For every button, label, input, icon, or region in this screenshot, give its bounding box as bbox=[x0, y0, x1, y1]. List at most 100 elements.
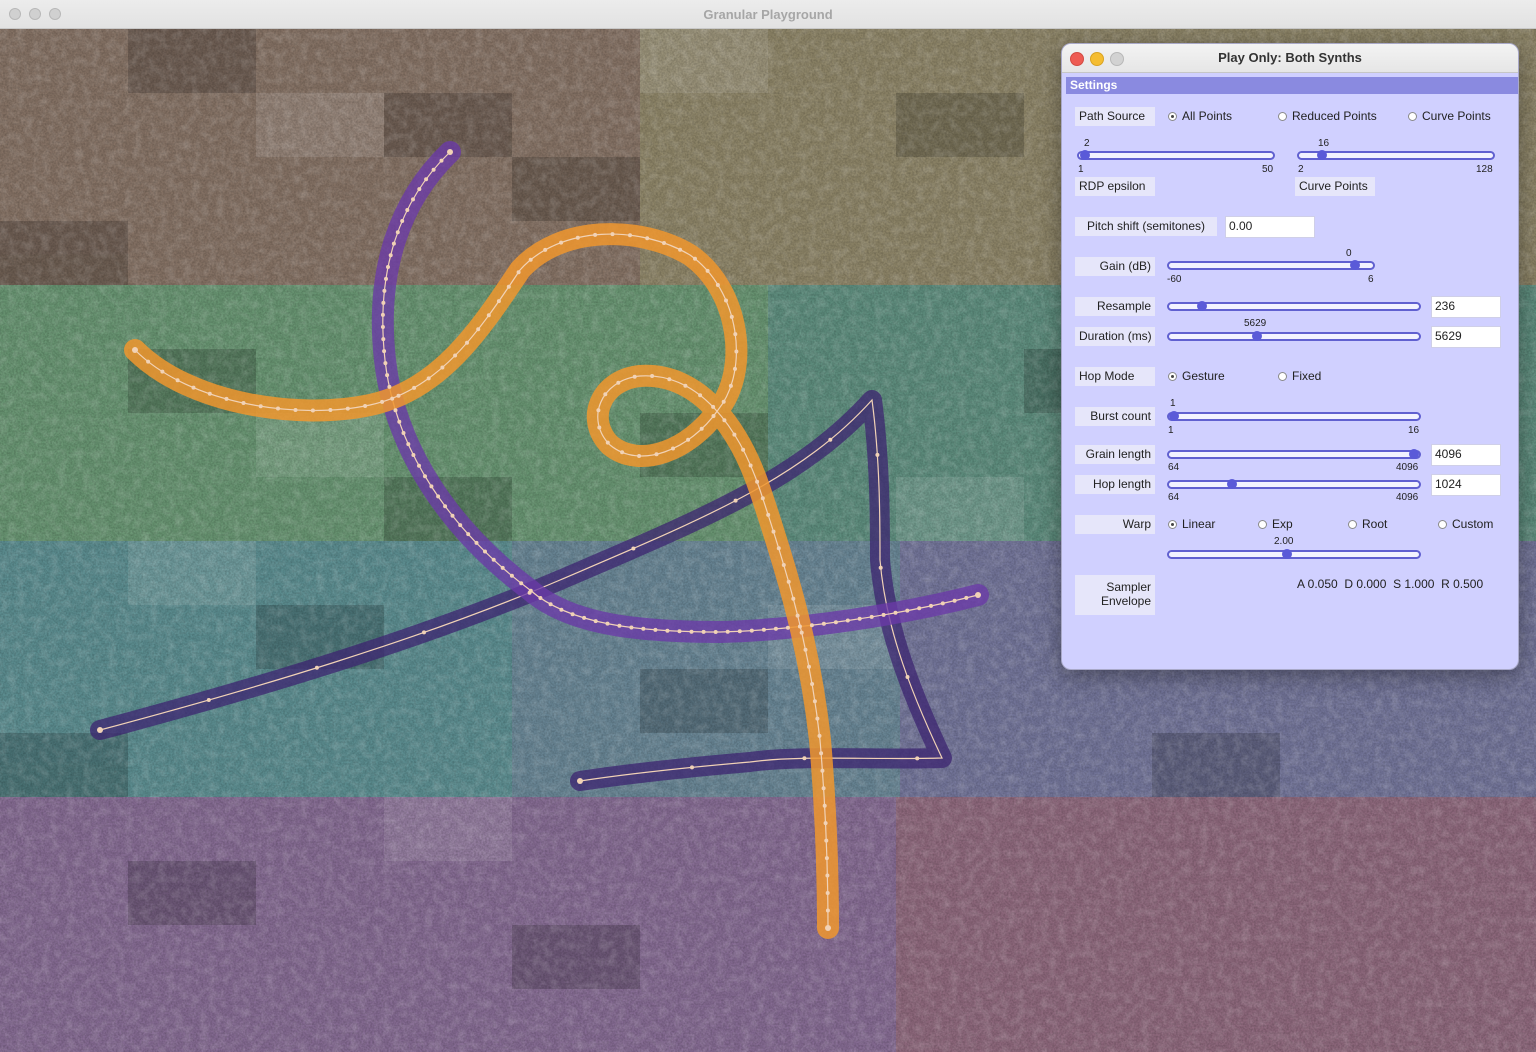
path-point bbox=[781, 563, 786, 567]
rdp-epsilon-slider[interactable] bbox=[1077, 150, 1275, 160]
radio-exp-label[interactable]: Exp bbox=[1272, 517, 1293, 531]
path-point bbox=[528, 257, 533, 262]
path-point bbox=[802, 756, 807, 761]
path-point bbox=[733, 366, 737, 371]
radio-fixed-label[interactable]: Fixed bbox=[1292, 369, 1321, 383]
radio-reduced-points[interactable] bbox=[1278, 112, 1287, 121]
path-point bbox=[458, 523, 463, 528]
radio-custom-label[interactable]: Custom bbox=[1452, 517, 1493, 531]
radio-all-points[interactable] bbox=[1168, 112, 1177, 121]
path-point bbox=[667, 377, 672, 382]
path-point bbox=[722, 418, 727, 423]
resample-knob[interactable] bbox=[1196, 301, 1207, 311]
path-point bbox=[559, 607, 564, 612]
panel-titlebar[interactable]: Play Only: Both Synths bbox=[1062, 44, 1518, 73]
curve-points-label: Curve Points bbox=[1295, 177, 1375, 196]
burst-count-slider[interactable] bbox=[1167, 411, 1421, 421]
radio-root-label[interactable]: Root bbox=[1362, 517, 1387, 531]
path-point bbox=[678, 247, 683, 252]
path-point bbox=[803, 647, 808, 652]
path-point bbox=[732, 432, 737, 437]
path-point bbox=[733, 498, 738, 503]
grain-length-slider[interactable] bbox=[1167, 449, 1421, 459]
path-point bbox=[755, 479, 760, 484]
path-point bbox=[363, 404, 368, 408]
curve-points-value: 16 bbox=[1318, 138, 1330, 149]
path-point bbox=[387, 384, 392, 389]
grain-length-knob[interactable] bbox=[1409, 449, 1419, 459]
warp-slider[interactable] bbox=[1167, 549, 1421, 559]
path-point bbox=[417, 463, 421, 468]
rdp-epsilon-label: RDP epsilon bbox=[1075, 177, 1155, 196]
hop-length-knob[interactable] bbox=[1226, 479, 1237, 489]
path-point bbox=[160, 369, 165, 374]
radio-fixed[interactable] bbox=[1278, 372, 1287, 381]
path-point bbox=[820, 768, 825, 773]
radio-linear-label[interactable]: Linear bbox=[1182, 517, 1215, 531]
radio-exp[interactable] bbox=[1258, 520, 1267, 529]
path-point bbox=[760, 496, 765, 501]
radio-gesture[interactable] bbox=[1168, 372, 1177, 381]
path-point bbox=[506, 284, 511, 289]
warp-knob[interactable] bbox=[1281, 549, 1292, 559]
window-title: Granular Playground bbox=[703, 7, 833, 22]
pitch-shift-input[interactable]: 0.00 bbox=[1225, 216, 1315, 238]
hop-length-slider[interactable] bbox=[1167, 479, 1421, 489]
rdp-epsilon-knob[interactable] bbox=[1079, 150, 1090, 160]
curve-points-slider[interactable] bbox=[1297, 150, 1495, 160]
gain-slider[interactable] bbox=[1167, 260, 1375, 270]
gain-knob[interactable] bbox=[1349, 260, 1360, 270]
path-point bbox=[952, 598, 957, 603]
burst-count-knob[interactable] bbox=[1169, 411, 1179, 421]
path-point bbox=[491, 557, 496, 562]
path-point bbox=[728, 383, 733, 388]
path-point bbox=[878, 565, 883, 570]
path-point bbox=[388, 253, 393, 258]
path-point bbox=[241, 401, 246, 405]
duration-input[interactable]: 5629 bbox=[1431, 326, 1501, 348]
path-point bbox=[474, 540, 479, 545]
path-point bbox=[423, 474, 427, 479]
path-point bbox=[466, 532, 471, 537]
path-point bbox=[893, 610, 898, 615]
path-point bbox=[824, 838, 829, 843]
path-point bbox=[380, 312, 385, 317]
radio-all-points-label[interactable]: All Points bbox=[1182, 109, 1232, 123]
settings-section-header[interactable]: Settings bbox=[1066, 77, 1518, 94]
path-point bbox=[786, 579, 791, 584]
radio-reduced-points-label[interactable]: Reduced Points bbox=[1292, 109, 1377, 123]
resample-slider[interactable] bbox=[1167, 301, 1421, 311]
duration-knob[interactable] bbox=[1251, 331, 1262, 341]
radio-root[interactable] bbox=[1348, 520, 1357, 529]
curve-points-knob[interactable] bbox=[1317, 150, 1328, 160]
radio-linear[interactable] bbox=[1168, 520, 1177, 529]
path-point bbox=[380, 399, 385, 404]
path-point bbox=[795, 613, 800, 618]
path-point bbox=[761, 627, 766, 632]
radio-curve-points[interactable] bbox=[1408, 112, 1417, 121]
path-point bbox=[705, 268, 710, 273]
path-point bbox=[940, 601, 945, 606]
path-point bbox=[429, 484, 434, 489]
path-point bbox=[405, 208, 410, 212]
path-point bbox=[381, 300, 386, 305]
path-point bbox=[929, 603, 933, 608]
grain-length-input[interactable]: 4096 bbox=[1431, 444, 1501, 466]
path-point bbox=[412, 385, 417, 390]
path-point bbox=[396, 393, 401, 398]
gain-min: -60 bbox=[1167, 274, 1182, 285]
radio-gesture-label[interactable]: Gesture bbox=[1182, 369, 1225, 383]
path-point bbox=[809, 623, 814, 628]
path-point bbox=[391, 241, 396, 246]
path-point bbox=[146, 359, 151, 364]
hop-length-input[interactable]: 1024 bbox=[1431, 474, 1501, 496]
path-point bbox=[810, 682, 815, 686]
radio-curve-points-label[interactable]: Curve Points bbox=[1422, 109, 1491, 123]
path-point bbox=[382, 349, 387, 354]
path-point bbox=[828, 437, 833, 442]
duration-slider[interactable] bbox=[1167, 331, 1421, 341]
path-point bbox=[603, 392, 608, 397]
resample-input[interactable]: 236 bbox=[1431, 296, 1501, 318]
radio-custom[interactable] bbox=[1438, 520, 1447, 529]
path-point bbox=[411, 197, 415, 202]
